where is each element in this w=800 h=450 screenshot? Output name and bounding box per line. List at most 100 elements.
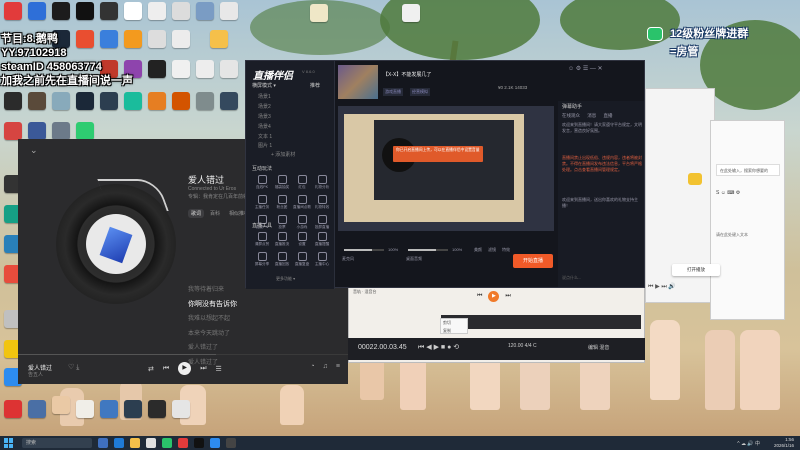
forward-icon[interactable]: ⏭ — [505, 293, 510, 300]
file-icon[interactable] — [196, 60, 214, 78]
live-tool[interactable]: 直播复盘 — [292, 252, 312, 267]
interactive-tool[interactable]: 福袋抽奖 — [272, 175, 292, 190]
app-icon[interactable] — [52, 92, 70, 110]
editor-view-switch[interactable]: 编辑 混音 — [588, 344, 609, 351]
app-icon[interactable] — [148, 2, 166, 20]
live-tool[interactable]: 设置 — [292, 232, 312, 247]
app-icon[interactable] — [124, 2, 142, 20]
app-icon[interactable] — [146, 438, 156, 448]
clock[interactable]: 1:56 2026/1/16 — [774, 437, 794, 449]
app-icon[interactable] — [124, 92, 142, 110]
interactive-tool[interactable]: 投票 — [272, 215, 292, 230]
file-icon[interactable] — [220, 60, 238, 78]
file-icon[interactable] — [172, 400, 190, 418]
editor-timeline[interactable] — [441, 315, 641, 329]
filter-button[interactable]: 滤镜 — [488, 247, 496, 253]
editor-controls[interactable]: ⏮ ◀ ▶ ■ ● ⟲ — [418, 343, 459, 352]
app-icon[interactable] — [28, 92, 46, 110]
menu-item-copy[interactable]: 复制 — [443, 327, 465, 335]
app-icon[interactable] — [148, 60, 166, 78]
tab-messages[interactable]: 消息 — [587, 113, 596, 118]
app-icon[interactable] — [220, 92, 238, 110]
live-tool[interactable]: 清屏点赞 — [252, 232, 272, 247]
file-icon[interactable] — [402, 4, 420, 22]
app-icon[interactable] — [196, 92, 214, 110]
rewind-icon[interactable]: ⏮ — [477, 293, 482, 300]
assistant-input[interactable]: 说点什么... — [562, 275, 581, 281]
like-icon[interactable]: ♡ ⤓ — [68, 363, 79, 372]
interactive-tool[interactable]: 礼物分析 — [312, 175, 332, 190]
netease-music-icon[interactable] — [178, 438, 188, 448]
windows-start-icon[interactable] — [4, 438, 14, 448]
tab-lyrics[interactable]: 歌词 — [188, 209, 205, 218]
file-explorer-icon[interactable] — [130, 438, 140, 448]
app-icon[interactable] — [52, 2, 70, 20]
chat-toolbar[interactable]: S ☺ ⌨ ⚙ — [716, 190, 740, 196]
assistant-warning[interactable]: 直播间禁止出现低俗、违规内容，违者将被封禁。不得在直播间发布违法信息，平台将严格… — [562, 155, 642, 173]
app-icon[interactable] — [52, 122, 70, 140]
tiktok-icon[interactable] — [194, 438, 204, 448]
more-functions-button[interactable]: 更多功能 ▾ — [276, 276, 295, 282]
open-play-button[interactable]: 打开播放 — [672, 264, 720, 276]
taskbar-search[interactable]: 搜索 — [22, 438, 92, 448]
lyric-line[interactable]: 本来今天跳动了 — [188, 328, 338, 343]
editor-context-menu[interactable]: 剪切 复制 — [440, 318, 468, 334]
current-lyric-line[interactable]: 你啊没有告诉你 — [188, 299, 338, 314]
interactive-tool[interactable]: 礼物特效 — [312, 195, 332, 210]
interactive-tool[interactable]: 红包 — [292, 175, 312, 190]
recommend-link[interactable]: 推荐 — [310, 82, 320, 89]
app-icon[interactable] — [76, 30, 94, 48]
file-icon[interactable] — [148, 30, 166, 48]
interactive-tool[interactable]: 主播任务 — [252, 195, 272, 210]
queue-icon[interactable]: ≡ — [336, 363, 340, 370]
interactive-tool[interactable]: 小游戏 — [292, 215, 312, 230]
add-material-button[interactable]: + 添加素材 — [271, 151, 295, 158]
file-icon[interactable] — [220, 2, 238, 20]
tab-live[interactable]: 直播 — [604, 113, 613, 118]
room-tag[interactable]: 游戏直播 — [383, 88, 403, 96]
interactive-tool[interactable]: 粉丝团 — [272, 195, 292, 210]
steam-icon[interactable] — [76, 92, 94, 110]
chat-search-input[interactable]: 在此处输入，搜索你想要的 — [716, 164, 780, 176]
chevron-down-icon[interactable]: ⌄ — [30, 145, 38, 156]
app-icon[interactable] — [124, 400, 142, 418]
beauty-button[interactable]: 美颜 — [474, 247, 482, 253]
tab-wiki[interactable]: 百科 — [207, 209, 223, 218]
live-tool[interactable]: 主播中心 — [312, 252, 332, 267]
wechat-icon[interactable] — [162, 438, 172, 448]
live-tool[interactable]: 直播推流 — [272, 232, 292, 247]
tiktok-icon[interactable] — [76, 2, 94, 20]
wps-icon[interactable] — [4, 400, 22, 418]
app-icon[interactable] — [76, 400, 94, 418]
room-tag[interactable]: 经营模拟 — [410, 88, 430, 96]
task-view-icon[interactable] — [98, 438, 108, 448]
qq-icon[interactable] — [210, 438, 220, 448]
start-live-button[interactable]: 开始直播 — [513, 254, 553, 268]
menu-item-cut[interactable]: 剪切 — [443, 319, 465, 327]
live-tool[interactable]: 屏幕分享 — [252, 252, 272, 267]
room-cover[interactable] — [338, 65, 378, 99]
effects-button[interactable]: 特效 — [502, 247, 510, 253]
next-icon[interactable]: ⏭ — [200, 365, 206, 373]
app-icon[interactable] — [196, 2, 214, 20]
tab-audience[interactable]: 在线观众 — [562, 113, 580, 118]
app-icon[interactable] — [4, 122, 22, 140]
live-tool[interactable]: 直播回放 — [272, 252, 292, 267]
playback-progress[interactable] — [18, 354, 216, 355]
interactive-tool[interactable]: 直播间点歌 — [292, 195, 312, 210]
lyric-line[interactable]: 我难以想起不起 — [188, 313, 338, 328]
app-icon[interactable] — [100, 2, 118, 20]
lyrics-icon[interactable]: ♫ — [323, 363, 328, 370]
mic-volume-slider[interactable] — [344, 249, 384, 251]
play-icon[interactable]: ▶ — [488, 291, 500, 302]
app-icon[interactable] — [52, 396, 70, 414]
room-name[interactable]: 【X-X】不能发展几了 — [383, 71, 431, 78]
orientation-select[interactable]: 横屏模式 ▾ — [252, 82, 276, 89]
file-icon[interactable] — [310, 4, 328, 22]
shuffle-icon[interactable]: ⇄ — [148, 365, 154, 373]
desktop-volume-slider[interactable] — [408, 249, 448, 251]
file-icon[interactable] — [172, 60, 190, 78]
file-icon[interactable] — [172, 30, 190, 48]
scene-item[interactable]: 场景4 — [258, 123, 271, 130]
app-icon[interactable] — [148, 92, 166, 110]
